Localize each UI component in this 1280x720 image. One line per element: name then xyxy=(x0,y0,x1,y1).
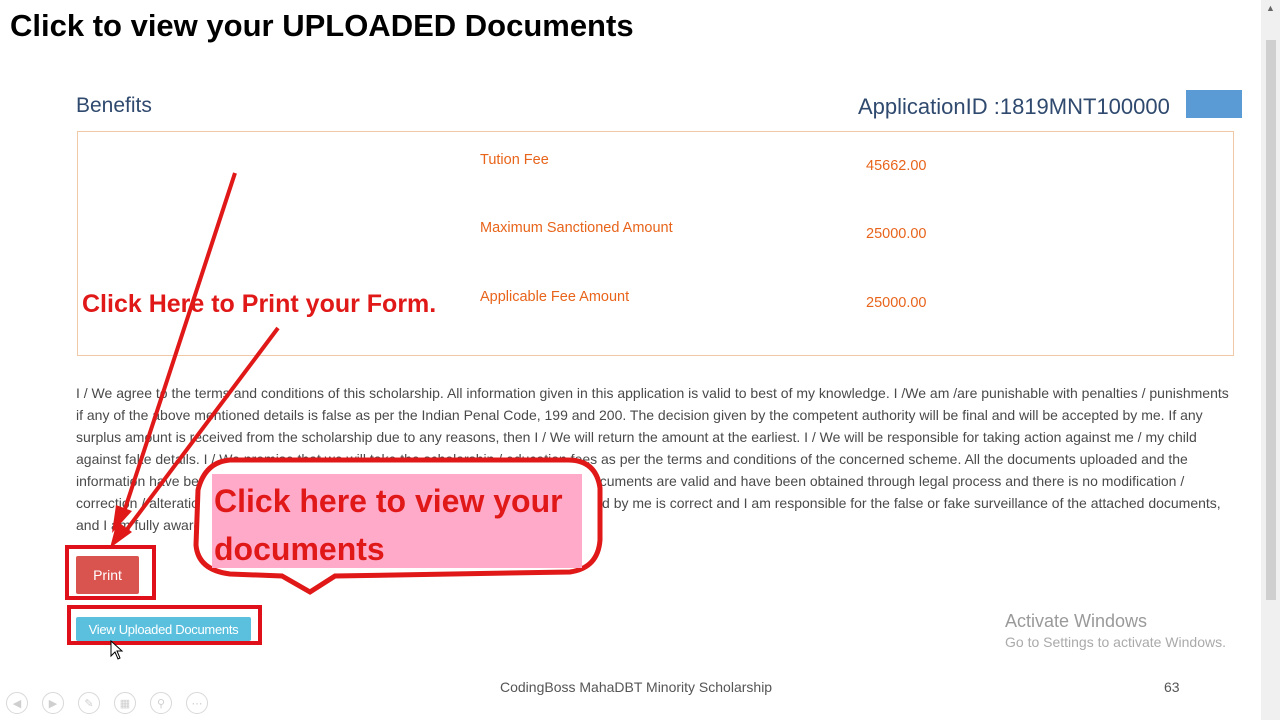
scrollbar-thumb[interactable] xyxy=(1266,40,1276,600)
back-icon[interactable]: ◀ xyxy=(6,692,28,714)
slide-footer: CodingBoss MahaDBT Minority Scholarship xyxy=(500,679,773,695)
mouse-cursor-icon xyxy=(110,640,124,660)
activate-windows-subtitle: Go to Settings to activate Windows. xyxy=(1005,634,1226,650)
pen-icon[interactable]: ✎ xyxy=(78,692,100,714)
slides-icon[interactable]: ▦ xyxy=(114,692,136,714)
zoom-icon[interactable]: ⚲ xyxy=(150,692,172,714)
print-annotation-text: Click Here to Print your Form. xyxy=(82,290,437,318)
slide-page-number: 63 xyxy=(1164,679,1180,695)
print-button[interactable]: Print xyxy=(76,556,139,594)
view-annotation-text: Click here to view your documents xyxy=(214,483,563,567)
activate-windows-title: Activate Windows xyxy=(1005,611,1148,631)
more-icon[interactable]: ⋯ xyxy=(186,692,208,714)
play-icon[interactable]: ▶ xyxy=(42,692,64,714)
scroll-up-icon[interactable]: ▲ xyxy=(1264,0,1277,16)
view-uploaded-documents-button[interactable]: View Uploaded Documents xyxy=(76,617,251,641)
